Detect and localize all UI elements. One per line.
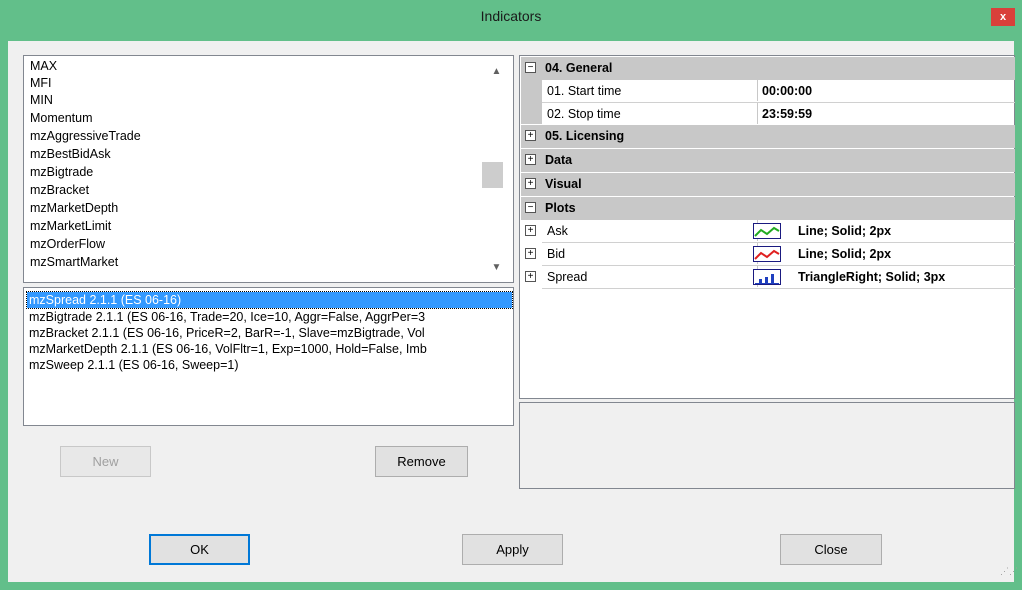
property-row-stop-time[interactable]: 02. Stop time 23:59:59 — [521, 103, 1015, 125]
scroll-up-icon[interactable]: ▲ — [488, 66, 505, 77]
property-grid: − 04. General 01. Start time 00:00:00 02… — [519, 55, 1015, 399]
expand-icon[interactable]: + — [525, 248, 536, 259]
list-item[interactable]: mzBigtrade — [30, 164, 93, 181]
close-button[interactable]: Close — [780, 534, 882, 565]
list-item[interactable]: mzMarketDepth 2.1.1 (ES 06-16, VolFltr=1… — [27, 341, 427, 357]
list-item-selected[interactable]: mzSpread 2.1.1 (ES 06-16) — [26, 291, 513, 309]
added-indicators-list[interactable]: mzSpread 2.1.1 (ES 06-16) mzBigtrade 2.1… — [23, 287, 514, 426]
row-divider — [542, 288, 1015, 289]
collapse-icon[interactable]: − — [525, 62, 536, 73]
property-value[interactable]: 23:59:59 — [757, 103, 1015, 124]
category-label: 04. General — [545, 61, 613, 75]
property-row-bid[interactable]: + Bid Line; Solid; 2px — [521, 243, 1015, 265]
apply-button[interactable]: Apply — [462, 534, 563, 565]
list-item[interactable]: mzBracket 2.1.1 (ES 06-16, PriceR=2, Bar… — [27, 325, 425, 341]
category-visual[interactable]: + Visual — [521, 173, 1015, 196]
property-name: 01. Start time — [547, 84, 622, 98]
list-item[interactable]: mzAggressiveTrade — [30, 128, 141, 145]
property-value[interactable]: Line; Solid; 2px — [757, 243, 1015, 264]
property-row-ask[interactable]: + Ask Line; Solid; 2px — [521, 220, 1015, 242]
list-item[interactable]: MAX — [30, 58, 57, 75]
property-name: Ask — [547, 224, 568, 238]
property-name: Bid — [547, 247, 566, 261]
list-item[interactable]: mzBestBidAsk — [30, 146, 111, 163]
list-item[interactable]: mzOrderFlow — [30, 236, 105, 253]
expand-icon[interactable]: + — [525, 178, 536, 189]
list-item[interactable]: mzMarketLimit — [30, 218, 111, 235]
category-plots[interactable]: − Plots — [521, 197, 1015, 220]
scroll-down-icon[interactable]: ▼ — [488, 262, 505, 273]
category-label: 05. Licensing — [545, 129, 625, 143]
collapse-icon[interactable]: − — [525, 202, 536, 213]
expand-icon[interactable]: + — [525, 271, 536, 282]
property-value[interactable]: TriangleRight; Solid; 3px — [757, 266, 1015, 287]
property-name: Spread — [547, 270, 588, 284]
list-item[interactable]: mzMarketDepth — [30, 200, 118, 217]
ok-button[interactable]: OK — [149, 534, 250, 565]
property-value[interactable]: 00:00:00 — [757, 80, 1015, 101]
list-item[interactable]: mzSmartMarket — [30, 254, 118, 271]
scrollbar[interactable]: ▲ ▼ — [480, 56, 513, 282]
list-item[interactable]: Momentum — [30, 110, 93, 127]
category-label: Visual — [545, 177, 582, 191]
expand-icon[interactable]: + — [525, 130, 536, 141]
scrollbar-thumb[interactable] — [482, 162, 503, 188]
list-item[interactable]: MFI — [30, 75, 52, 92]
resize-grip-icon[interactable]: ⋰⋰ — [1000, 567, 1018, 580]
list-item[interactable]: mzBigtrade 2.1.1 (ES 06-16, Trade=20, Ic… — [27, 309, 425, 325]
property-row-start-time[interactable]: 01. Start time 00:00:00 — [521, 80, 1015, 102]
bar-chart-blue-icon — [753, 269, 781, 285]
list-item[interactable]: MIN — [30, 92, 53, 109]
property-row-spread[interactable]: + Spread TriangleRight; Solid; 3px — [521, 266, 1015, 288]
list-item[interactable]: mzBracket — [30, 182, 89, 199]
category-general[interactable]: − 04. General — [521, 57, 1015, 80]
expand-icon[interactable]: + — [525, 225, 536, 236]
indicator-list[interactable]: MAX MFI MIN Momentum mzAggressiveTrade m… — [23, 55, 514, 283]
close-window-button[interactable]: x — [991, 8, 1015, 26]
category-licensing[interactable]: + 05. Licensing — [521, 125, 1015, 148]
list-item[interactable]: mzSweep 2.1.1 (ES 06-16, Sweep=1) — [27, 357, 239, 373]
window-title: Indicators — [480, 8, 542, 24]
expand-icon[interactable]: + — [525, 154, 536, 165]
property-name: 02. Stop time — [547, 107, 621, 121]
category-data[interactable]: + Data — [521, 149, 1015, 172]
line-chart-red-icon — [753, 246, 781, 262]
property-value[interactable]: Line; Solid; 2px — [757, 220, 1015, 241]
remove-button[interactable]: Remove — [375, 446, 468, 477]
category-label: Plots — [545, 201, 576, 215]
new-button[interactable]: New — [60, 446, 151, 477]
category-label: Data — [545, 153, 573, 167]
property-description-pane — [519, 402, 1015, 489]
line-chart-green-icon — [753, 223, 781, 239]
